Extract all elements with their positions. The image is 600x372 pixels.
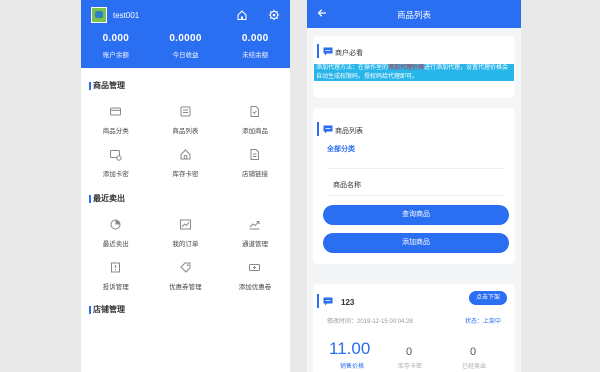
section-title-shop-management: 店铺管理 bbox=[81, 304, 290, 316]
delist-button[interactable]: 点击下架 bbox=[469, 291, 507, 305]
chart-icon bbox=[179, 219, 191, 230]
product-name: 123 bbox=[341, 298, 355, 307]
card-icon bbox=[110, 107, 122, 116]
recent-sales-grid: 最近卖出 我的订单 通道管理 投诉管理 优惠券管理 添加优惠卷 bbox=[81, 218, 290, 304]
add-product-button[interactable]: 添加商品 bbox=[323, 233, 509, 253]
sold-count: 0 bbox=[470, 346, 477, 358]
menu-item-coupon-management[interactable]: 优惠券管理 bbox=[151, 261, 221, 304]
complaint-icon bbox=[111, 262, 121, 273]
menu-item-stock-card-key[interactable]: 库存卡密 bbox=[151, 148, 221, 191]
product-card: 123 点击下架 修改时间：2019-12-15 00:04:28 状态：上架中… bbox=[313, 284, 515, 372]
list-icon bbox=[180, 106, 191, 117]
ticket-icon bbox=[249, 264, 261, 271]
username: test001 bbox=[113, 11, 140, 20]
add-card-icon bbox=[110, 150, 122, 161]
message-icon bbox=[323, 125, 333, 134]
notice-card: 商户必看 添加代理方法：在操作里的添加代理价格进行添加代理，设置代理价格会自动生… bbox=[313, 36, 515, 98]
message-icon bbox=[323, 297, 333, 306]
dashboard-header: test001 0.000 账户余额 0.0000 今日收益 0.000 未结余… bbox=[81, 0, 290, 68]
product-list-header: 商品列表 bbox=[307, 0, 521, 28]
sale-price: 11.00 bbox=[329, 339, 371, 358]
notice-highlight: 添加代理价格 bbox=[388, 65, 425, 71]
menu-item-add-card-key[interactable]: 添加卡密 bbox=[81, 148, 151, 191]
menu-item-recent-sales[interactable]: 最近卖出 bbox=[81, 218, 151, 261]
menu-item-add-product[interactable]: 添加商品 bbox=[220, 105, 290, 148]
status-badge: 状态：上架中 bbox=[464, 319, 501, 325]
menu-item-add-coupon[interactable]: 添加优惠卷 bbox=[220, 261, 290, 304]
menu-item-channel-management[interactable]: 通道管理 bbox=[220, 218, 290, 261]
trend-icon bbox=[249, 221, 260, 230]
modified-time: 修改时间：2019-12-15 00:04:28 bbox=[327, 319, 413, 325]
menu-item-complaint-management[interactable]: 投诉管理 bbox=[81, 261, 151, 304]
avatar[interactable] bbox=[91, 7, 107, 23]
stock-count: 0 bbox=[406, 346, 413, 358]
home-icon[interactable] bbox=[236, 9, 248, 21]
stat-account-balance: 0.000 账户余额 bbox=[102, 33, 130, 59]
menu-item-product-list[interactable]: 商品列表 bbox=[151, 105, 221, 148]
notice-card-title: 商户必看 bbox=[335, 50, 363, 57]
menu-item-product-category[interactable]: 商品分类 bbox=[81, 105, 151, 148]
sold-count-label: 已经卖出 bbox=[462, 364, 487, 370]
stat-unsettled-balance: 0.000 未结余额 bbox=[241, 33, 269, 59]
message-icon bbox=[323, 47, 333, 56]
tag-icon bbox=[180, 262, 191, 273]
category-select[interactable]: 全部分类 bbox=[327, 144, 355, 154]
home-icon bbox=[180, 149, 191, 160]
section-title-recent-sales: 最近卖出 bbox=[81, 193, 290, 205]
stock-count-label: 库存卡密 bbox=[398, 364, 423, 370]
sale-price-label: 销售价格 bbox=[340, 364, 365, 370]
menu-item-shop-link[interactable]: 店铺链接 bbox=[220, 148, 290, 191]
pie-icon bbox=[110, 219, 121, 230]
section-title-product-management: 商品管理 bbox=[81, 80, 290, 92]
list-card-title: 商品列表 bbox=[335, 128, 363, 135]
settings-icon[interactable] bbox=[268, 9, 280, 21]
menu-item-my-orders[interactable]: 我的订单 bbox=[151, 218, 221, 261]
add-doc-icon bbox=[250, 106, 260, 117]
product-list-card: 商品列表 全部分类 商品名称 查询商品 添加商品 bbox=[313, 108, 515, 264]
link-doc-icon bbox=[250, 149, 260, 160]
notice-text: 添加代理方法：在操作里的添加代理价格进行添加代理，设置代理价格会自动生成权限码，… bbox=[314, 64, 514, 81]
product-management-grid: 商品分类 商品列表 添加商品 添加卡密 库存卡密 店铺链接 bbox=[81, 105, 290, 191]
product-list-panel: 商品列表 商户必看 添加代理方法：在操作里的添加代理价格进行添加代理，设置代理价… bbox=[307, 0, 521, 372]
product-name-field[interactable]: 商品名称 bbox=[327, 168, 505, 196]
stat-today-income: 0.0000 今日收益 bbox=[169, 33, 202, 59]
query-products-button[interactable]: 查询商品 bbox=[323, 205, 509, 225]
page-title: 商品列表 bbox=[396, 10, 431, 20]
merchant-dashboard-panel: test001 0.000 账户余额 0.0000 今日收益 0.000 未结余… bbox=[81, 0, 290, 372]
